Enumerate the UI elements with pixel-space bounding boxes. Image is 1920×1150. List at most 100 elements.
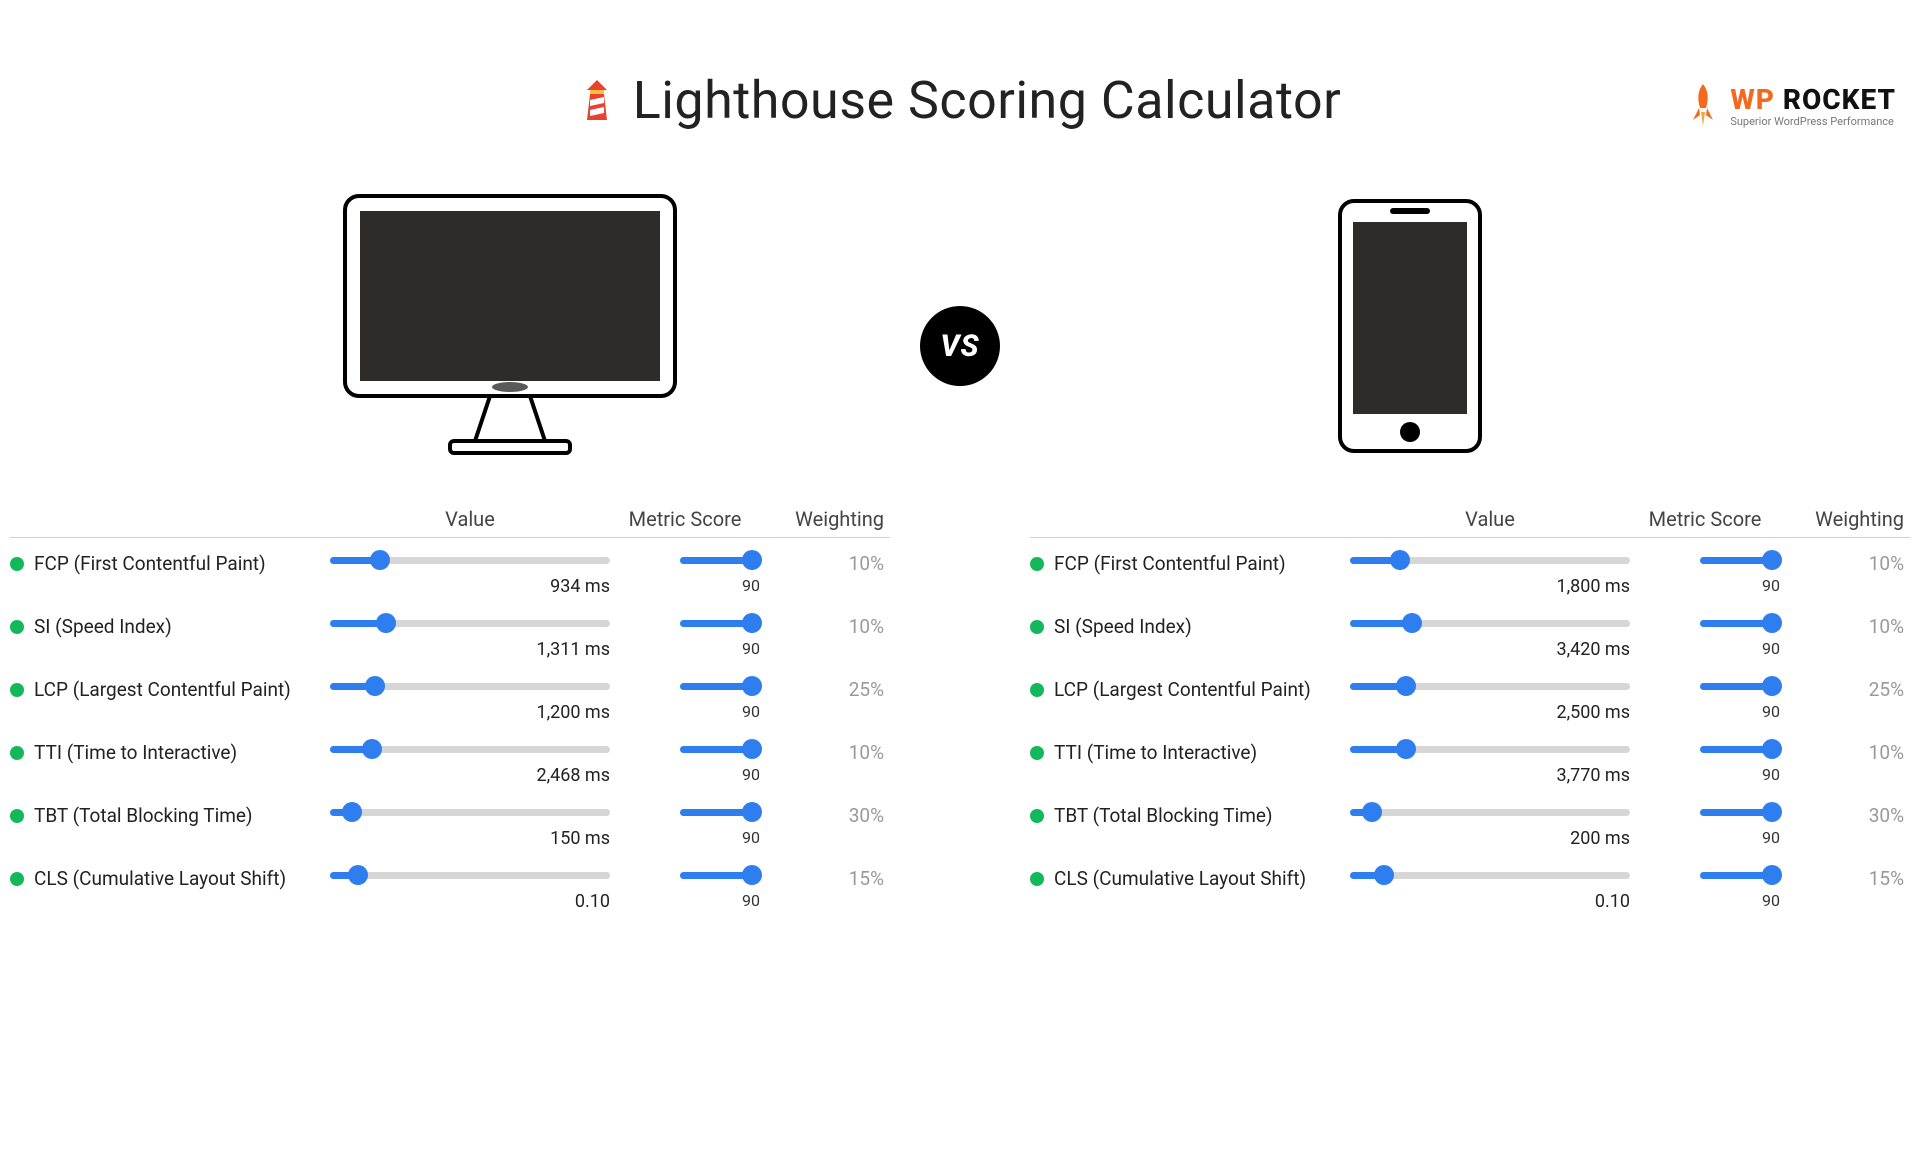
brand-tagline: Superior WordPress Performance [1730,116,1896,127]
metric-row: FCP (First Contentful Paint) 934 ms 90 1… [10,538,890,601]
value-slider[interactable] [1350,615,1630,631]
metric-score: 90 [1630,639,1780,658]
status-dot-icon [1030,620,1044,634]
metric-name: TBT (Total Blocking Time) [10,804,330,827]
col-header-value: Value [330,507,610,531]
metric-name: LCP (Largest Contentful Paint) [1030,678,1350,701]
value-slider[interactable] [330,804,610,820]
metric-value: 0.10 [1350,891,1630,912]
lighthouse-icon [579,80,615,122]
metric-weight: 10% [760,552,890,575]
metric-row: CLS (Cumulative Layout Shift) 0.10 90 15… [10,853,890,916]
value-slider[interactable] [1350,867,1630,883]
metric-row: LCP (Largest Contentful Paint) 2,500 ms … [1030,664,1910,727]
metric-name: TTI (Time to Interactive) [1030,741,1350,764]
metric-value: 0.10 [330,891,610,912]
brand-logo: WP ROCKET Superior WordPress Performance [1686,82,1896,130]
metric-weight: 25% [1780,678,1910,701]
value-slider[interactable] [1350,552,1630,568]
score-slider[interactable] [680,867,760,883]
status-dot-icon [10,746,24,760]
score-slider[interactable] [1700,804,1780,820]
metric-weight: 30% [760,804,890,827]
status-dot-icon [1030,746,1044,760]
value-slider[interactable] [1350,741,1630,757]
metric-row: TBT (Total Blocking Time) 150 ms 90 30% [10,790,890,853]
metrics-header: Value Metric Score Weighting [1030,501,1910,538]
score-slider[interactable] [680,804,760,820]
metric-weight: 30% [1780,804,1910,827]
metric-name: CLS (Cumulative Layout Shift) [1030,867,1350,890]
status-dot-icon [1030,557,1044,571]
score-slider[interactable] [1700,552,1780,568]
metric-row: TTI (Time to Interactive) 3,770 ms 90 10… [1030,727,1910,790]
score-slider[interactable] [680,741,760,757]
value-slider[interactable] [330,741,610,757]
score-slider[interactable] [1700,678,1780,694]
metric-value: 150 ms [330,828,610,849]
value-slider[interactable] [330,552,610,568]
status-dot-icon [10,683,24,697]
metric-score: 90 [610,576,760,595]
status-dot-icon [1030,683,1044,697]
metric-score: 90 [1630,828,1780,847]
col-header-weight: Weighting [1780,507,1910,531]
score-slider[interactable] [1700,741,1780,757]
status-dot-icon [10,872,24,886]
metric-name: LCP (Largest Contentful Paint) [10,678,330,701]
metric-weight: 10% [1780,741,1910,764]
metric-value: 1,311 ms [330,639,610,660]
metric-value: 1,200 ms [330,702,610,723]
metric-label: LCP (Largest Contentful Paint) [1054,678,1311,701]
rocket-icon [1686,82,1720,130]
value-slider[interactable] [1350,678,1630,694]
desktop-illustration [160,191,860,461]
metric-score: 90 [610,828,760,847]
metric-row: FCP (First Contentful Paint) 1,800 ms 90… [1030,538,1910,601]
score-slider[interactable] [680,678,760,694]
metrics-panel-desktop: Value Metric Score Weighting FCP (First … [0,501,900,916]
metrics-header: Value Metric Score Weighting [10,501,890,538]
metric-weight: 10% [760,741,890,764]
metric-row: SI (Speed Index) 3,420 ms 90 10% [1030,601,1910,664]
metric-label: TTI (Time to Interactive) [1054,741,1257,764]
score-slider[interactable] [680,552,760,568]
metric-name: FCP (First Contentful Paint) [1030,552,1350,575]
metric-score: 90 [610,639,760,658]
metric-value: 2,468 ms [330,765,610,786]
metric-name: SI (Speed Index) [1030,615,1350,638]
status-dot-icon [10,620,24,634]
metric-weight: 10% [1780,552,1910,575]
metric-name: SI (Speed Index) [10,615,330,638]
metric-score: 90 [610,765,760,784]
metric-score: 90 [1630,765,1780,784]
metric-value: 934 ms [330,576,610,597]
score-slider[interactable] [1700,867,1780,883]
score-slider[interactable] [1700,615,1780,631]
status-dot-icon [1030,872,1044,886]
metric-score: 90 [610,702,760,721]
metric-weight: 15% [760,867,890,890]
metric-label: TBT (Total Blocking Time) [1054,804,1273,827]
vs-badge: VS [920,306,1000,386]
metric-label: FCP (First Contentful Paint) [34,552,266,575]
metric-label: FCP (First Contentful Paint) [1054,552,1286,575]
value-slider[interactable] [330,678,610,694]
metric-row: SI (Speed Index) 1,311 ms 90 10% [10,601,890,664]
metric-value: 200 ms [1350,828,1630,849]
score-slider[interactable] [680,615,760,631]
value-slider[interactable] [1350,804,1630,820]
metric-label: CLS (Cumulative Layout Shift) [1054,867,1306,890]
metric-weight: 15% [1780,867,1910,890]
brand-name: WP ROCKET [1730,86,1896,114]
metric-name: FCP (First Contentful Paint) [10,552,330,575]
col-header-value: Value [1350,507,1630,531]
metric-score: 90 [1630,576,1780,595]
col-header-score: Metric Score [610,507,760,531]
metrics-panel-mobile: Value Metric Score Weighting FCP (First … [1020,501,1920,916]
value-slider[interactable] [330,615,610,631]
value-slider[interactable] [330,867,610,883]
metric-weight: 10% [760,615,890,638]
metric-label: CLS (Cumulative Layout Shift) [34,867,286,890]
status-dot-icon [1030,809,1044,823]
